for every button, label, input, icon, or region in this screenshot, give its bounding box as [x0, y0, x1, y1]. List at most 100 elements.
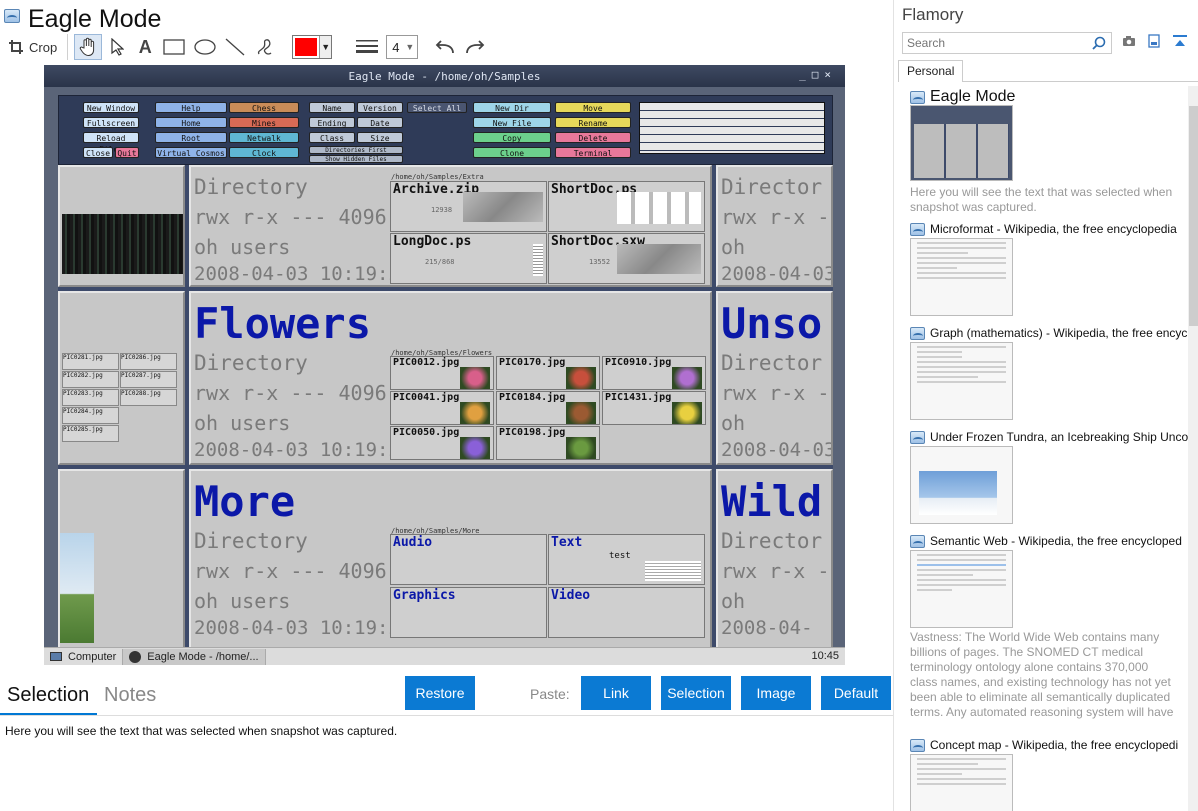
snapshot-image[interactable]: Eagle Mode - /home/oh/Samples _□× New Wi… — [44, 65, 845, 665]
tile-more[interactable]: More Directory rwx r-x --- 4096 oh users… — [189, 469, 712, 665]
undo-button[interactable] — [430, 34, 460, 60]
redo-button[interactable] — [460, 34, 490, 60]
ellipse-tool-button[interactable] — [190, 34, 220, 60]
eagle-ctl-rename[interactable]: Rename — [555, 117, 631, 128]
eagle-ctl-ending[interactable]: Ending — [309, 117, 355, 128]
eagle-ctl-fullscreen[interactable]: Fullscreen — [83, 117, 139, 128]
eagle-ctl-new-file[interactable]: New File — [473, 117, 551, 128]
eagle-ctl-move[interactable]: Move — [555, 102, 631, 113]
paste-image-button[interactable]: Image — [741, 676, 811, 710]
collapse-up-icon[interactable] — [1172, 34, 1188, 53]
eagle-ctl-clock[interactable]: Clock — [229, 147, 299, 158]
eagle-ctl-close[interactable]: Close — [83, 147, 113, 158]
eagle-ctl-date[interactable]: Date — [357, 117, 403, 128]
more-line-1: Directory — [194, 529, 308, 553]
eagle-control-panel: New Window Fullscreen Reload Files Help Home… — [58, 95, 833, 165]
eagle-ctl-directories-first[interactable]: Directories First — [309, 146, 403, 154]
folder-graphics[interactable]: Graphics — [390, 587, 547, 638]
eagle-ctl-help[interactable]: Help — [155, 102, 227, 113]
selection-text[interactable]: Here you will see the text that was sele… — [5, 724, 397, 738]
taskbar-eagle-task[interactable]: Eagle Mode - /home/... — [123, 648, 266, 665]
eagle-ctl-size[interactable]: Size — [357, 132, 403, 143]
start-button[interactable]: Computer — [44, 648, 124, 665]
eagle-ctl-clone[interactable]: Clone — [473, 147, 551, 158]
scrollbar-thumb[interactable] — [1189, 106, 1198, 326]
eagle-ctl-home[interactable]: Home — [155, 117, 227, 128]
flower-file-item[interactable]: PIC0198.jpg — [496, 426, 600, 460]
left-pic-item[interactable]: PIC0286.jpg — [120, 353, 177, 370]
eagle-ctl-select-all[interactable]: Select All — [407, 102, 467, 113]
flamory-sidebar: Flamory Personal Eagle Mode Here you wil… — [893, 0, 1198, 811]
unso-line-2: rwx r-x - — [721, 381, 830, 405]
file-shortdoc-ps[interactable]: ShortDoc.ps — [548, 181, 705, 232]
paste-default-button[interactable]: Default — [821, 676, 891, 710]
hand-icon — [79, 37, 95, 57]
eagle-ctl-reload-files[interactable]: Reload Files — [83, 132, 139, 154]
text-tool-button[interactable]: A — [132, 34, 158, 60]
unso-title: Unso — [721, 299, 823, 348]
file-archive[interactable]: Archive.zip 12938 — [390, 181, 547, 232]
flower-file-item[interactable]: PIC1431.jpg — [602, 391, 706, 425]
crop-button[interactable]: Crop — [4, 34, 61, 60]
start-label: Computer — [68, 650, 117, 663]
entry-title: Semantic Web - Wikipedia, the free encyc… — [930, 534, 1182, 548]
list-scrollbar[interactable] — [1188, 86, 1198, 811]
document-icon[interactable] — [1148, 34, 1160, 53]
pan-tool-button[interactable] — [74, 34, 103, 60]
freehand-tool-button[interactable] — [250, 34, 280, 60]
dir-line-4: 2008-04-03 10:19:23 — [194, 263, 412, 285]
left-pic-item[interactable]: PIC0283.jpg — [62, 389, 119, 406]
folder-video[interactable]: Video — [548, 587, 705, 638]
flower-file-item[interactable]: PIC0184.jpg — [496, 391, 600, 425]
left-pic-item[interactable]: PIC0287.jpg — [120, 371, 177, 388]
flower-file-item[interactable]: PIC0050.jpg — [390, 426, 494, 460]
stroke-color-picker[interactable]: ▼ — [292, 35, 333, 59]
file-shortdoc-sxw[interactable]: ShortDoc.sxw 13552 — [548, 233, 705, 284]
eagle-ctl-terminal[interactable]: Terminal — [555, 147, 631, 158]
eagle-ctl-chess[interactable]: Chess — [229, 102, 299, 113]
line-tool-button[interactable] — [220, 34, 250, 60]
eagle-ctl-new-window[interactable]: New Window — [83, 102, 139, 113]
eagle-ctl-virtual-cosmos[interactable]: Virtual Cosmos — [155, 147, 227, 158]
search-input[interactable] — [902, 32, 1112, 54]
folder-text[interactable]: Text test — [548, 534, 705, 585]
eagle-ctl-new-dir[interactable]: New Dir — [473, 102, 551, 113]
eagle-ctl-version[interactable]: Version — [357, 102, 403, 113]
left-pic-item[interactable]: PIC0281.jpg — [62, 353, 119, 370]
line-style-button[interactable] — [352, 34, 382, 60]
tab-selection[interactable]: Selection — [7, 684, 89, 707]
eagle-ctl-name[interactable]: Name — [309, 102, 355, 113]
tab-divider — [962, 81, 1198, 82]
left-pic-item[interactable]: PIC0285.jpg — [62, 425, 119, 442]
flower-file-item[interactable]: PIC0041.jpg — [390, 391, 494, 425]
flower-file-item[interactable]: PIC0910.jpg — [602, 356, 706, 390]
tab-notes[interactable]: Notes — [104, 684, 156, 707]
search-icon[interactable] — [1092, 36, 1106, 55]
camera-icon[interactable] — [1122, 34, 1136, 53]
left-pic-item[interactable]: PIC0284.jpg — [62, 407, 119, 424]
eagle-ctl-class[interactable]: Class — [309, 132, 355, 143]
flower-file-item[interactable]: PIC0170.jpg — [496, 356, 600, 390]
line-width-select[interactable]: 4 ▼ — [386, 35, 419, 59]
eagle-ctl-copy[interactable]: Copy — [473, 132, 551, 143]
select-tool-button[interactable] — [102, 34, 132, 60]
eagle-ctl-delete[interactable]: Delete — [555, 132, 631, 143]
flower-file-item[interactable]: PIC0012.jpg — [390, 356, 494, 390]
tile-flowers[interactable]: Flowers Directory rwx r-x --- 4096 oh us… — [189, 291, 712, 465]
file-longdoc[interactable]: LongDoc.ps 215/868 — [390, 233, 547, 284]
left-pic-item[interactable]: PIC0288.jpg — [120, 389, 177, 406]
rectangle-tool-button[interactable] — [158, 34, 190, 60]
flower-thumb — [460, 367, 490, 389]
folder-audio[interactable]: Audio — [390, 534, 547, 585]
left-pic-item[interactable]: PIC0282.jpg — [62, 371, 119, 388]
tab-personal[interactable]: Personal — [898, 60, 964, 82]
eagle-ctl-root[interactable]: Root — [155, 132, 227, 143]
paste-link-button[interactable]: Link — [581, 676, 651, 710]
eagle-ctl-mines[interactable]: Mines — [229, 117, 299, 128]
eagle-ctl-netwalk[interactable]: Netwalk — [229, 132, 299, 143]
restore-button[interactable]: Restore — [405, 676, 475, 710]
eagle-ctl-quit[interactable]: Quit — [115, 147, 139, 158]
eagle-ctl-show-hidden-files[interactable]: Show Hidden Files — [309, 155, 403, 163]
wild-line-2: rwx r-x - — [721, 559, 830, 583]
paste-selection-button[interactable]: Selection — [661, 676, 731, 710]
